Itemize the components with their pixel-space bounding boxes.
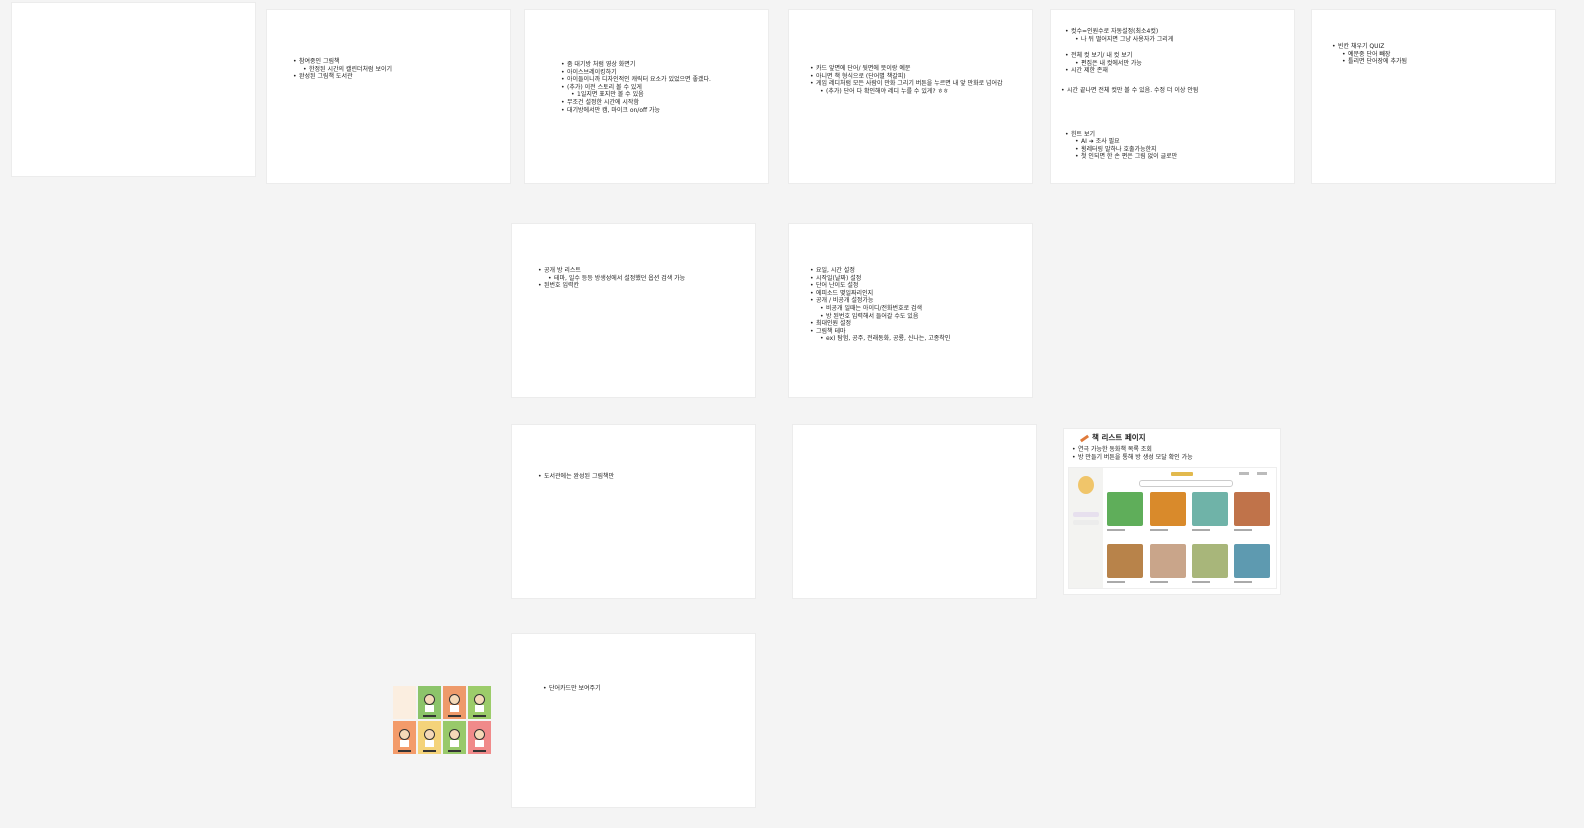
frame-waiting-room[interactable]: 줌 대기방 처럼 영상 화면기 아이스브레이킹하기 아이들이니까 디자인적인 캐…	[525, 10, 768, 183]
note-item: 줌 대기방 처럼 영상 화면기	[561, 61, 711, 69]
note-list: 도서관에는 완성된 그림책만	[538, 473, 614, 481]
book-cover	[1150, 492, 1186, 526]
book-caption	[1150, 581, 1168, 583]
avatar	[1078, 476, 1094, 494]
book-cover	[1234, 544, 1270, 578]
character-card	[418, 721, 441, 754]
mini-nav-item	[1257, 472, 1267, 475]
book-page-title-text: 책 리스트 페이지	[1092, 433, 1146, 442]
book-caption	[1107, 581, 1125, 583]
frame-room-settings[interactable]: 요일, 시간 설정 시작일(날짜) 설정 단어 난이도 설정 에피소드 몇일짜리…	[789, 224, 1032, 397]
frame-blank-2[interactable]	[793, 425, 1036, 598]
character-card	[418, 686, 441, 719]
note-item: 시간 끝나면 전체 컷만 볼 수 있음. 수정 더 이상 안됨	[1061, 87, 1198, 95]
note-item: 컷수=인원수로 자동설정(최소4컷)	[1065, 28, 1198, 36]
card-chart	[393, 686, 416, 719]
frame-picture-books[interactable]: 참여중인 그림책 한정된 시간의 캘린더처럼 보이기 완성된 그림책 도서관	[267, 10, 510, 183]
note-item: 단어 난이도 설정	[810, 282, 950, 290]
note-item: 대기방에서만 캠, 마이크 on/off 가능	[561, 107, 711, 115]
book-caption	[1192, 529, 1210, 531]
note-item: (추가) 단어 다 확인해야 레디 누를 수 있게? ㅎㅎ	[820, 88, 1003, 96]
note-item: 공개 방 리스트	[538, 267, 685, 275]
note-item: 방 만들기 버튼을 통해 방 생성 모달 확인 가능	[1072, 454, 1193, 462]
frame-quiz[interactable]: 빈칸 채우기 QUIZ 예문중 단어 빼장 틀리면 단어장에 추가됨	[1312, 10, 1555, 183]
note-item: 단어카드만 보여주기	[543, 685, 601, 693]
book-page-notes: 연극 가능한 동화책 목록 조회 방 만들기 버튼을 통해 방 생성 모달 확인…	[1072, 446, 1193, 461]
note-list: 요일, 시간 설정 시작일(날짜) 설정 단어 난이도 설정 에피소드 몇일짜리…	[810, 267, 950, 343]
frame-word-card-only[interactable]: 단어카드만 보여주기	[512, 634, 755, 807]
note-item: 요일, 시간 설정	[810, 267, 950, 275]
note-list: 카드 앞면에 단어/ 뒷면에 뜻이랑 예문 아니면 책 형식으로 (단어별 책갈…	[810, 65, 1003, 95]
note-item: 게임 레디처럼 모든 사람이 만화 그리기 버튼을 누르면 내 앞 만화로 넘어…	[810, 80, 1003, 88]
book-list-screenshot	[1068, 467, 1277, 589]
frame-library[interactable]: 도서관에는 완성된 그림책만	[512, 425, 755, 598]
book-cover	[1192, 544, 1228, 578]
character-card	[468, 721, 491, 754]
note-item: 비공개 일때는 아이디/전화번호로 검색	[820, 305, 950, 313]
mini-sidebar	[1069, 468, 1103, 588]
note-item: 아이들이니까 디자인적인 캐릭터 요소가 있었으면 좋겠다.	[561, 76, 711, 84]
note-item: 첫 인되면 한 손 편은 그림 없이 글로만	[1075, 153, 1198, 161]
note-item: 연극 가능한 동화책 목록 조회	[1072, 446, 1193, 454]
note-item: 공개 / 비공개 설정가능	[810, 297, 950, 305]
note-list: 공개 방 리스트 테마, 일수 등등 방생성에서 설정했던 옵션 검색 가능 된…	[538, 267, 685, 290]
frame-drawing[interactable]: 컷수=인원수로 자동설정(최소4컷) 나 뒤 떨어지면 그냥 사용자가 그리게 …	[1051, 10, 1294, 183]
note-item: 1일지면 표지만 볼 수 있음	[571, 91, 711, 99]
mini-nav-item	[1239, 472, 1249, 475]
book-caption	[1234, 529, 1252, 531]
note-item: 도서관에는 완성된 그림책만	[538, 473, 614, 481]
note-item: 참여중인 그림책	[293, 58, 392, 66]
mini-sidebar-item	[1073, 520, 1099, 525]
character-card	[443, 721, 466, 754]
note-item: AI ➜ 조사 필요	[1075, 138, 1198, 146]
mini-logo	[1171, 472, 1193, 476]
note-item: 카드 앞면에 단어/ 뒷면에 뜻이랑 예문	[810, 65, 1003, 73]
frame-word-cards[interactable]: 카드 앞면에 단어/ 뒷면에 뜻이랑 예문 아니면 책 형식으로 (단어별 책갈…	[789, 10, 1032, 183]
book-caption	[1192, 581, 1210, 583]
mini-search-bar	[1139, 480, 1233, 487]
book-caption	[1234, 581, 1252, 583]
book-caption	[1107, 529, 1125, 531]
note-list: 줌 대기방 처럼 영상 화면기 아이스브레이킹하기 아이들이니까 디자인적인 캐…	[561, 61, 711, 114]
note-item: 완성된 그림책 도서관	[293, 73, 392, 81]
note-list: 참여중인 그림책 한정된 시간의 캘린더처럼 보이기 완성된 그림책 도서관	[293, 58, 392, 81]
note-item: 시간 제한 존재	[1065, 67, 1198, 75]
note-list: 단어카드만 보여주기	[543, 685, 601, 693]
word-card-image	[393, 686, 493, 755]
note-list: 빈칸 채우기 QUIZ 예문중 단어 빼장 틀리면 단어장에 추가됨	[1332, 43, 1407, 66]
note-item: 나 뒤 떨어지면 그냥 사용자가 그리게	[1075, 36, 1198, 44]
character-card	[443, 686, 466, 719]
book-cover	[1150, 544, 1186, 578]
note-item: 빈칸 채우기 QUIZ	[1332, 43, 1407, 51]
character-card	[393, 721, 416, 754]
frame-room-list[interactable]: 공개 방 리스트 테마, 일수 등등 방생성에서 설정했던 옵션 검색 가능 된…	[512, 224, 755, 397]
note-item: 틀리면 단어장에 추가됨	[1342, 58, 1407, 66]
note-item: 최대인원 설정	[810, 320, 950, 328]
book-cover	[1107, 544, 1143, 578]
note-list: 컷수=인원수로 자동설정(최소4컷) 나 뒤 떨어지면 그냥 사용자가 그리게 …	[1061, 28, 1198, 161]
mini-sidebar-item	[1073, 512, 1099, 517]
pencil-icon	[1079, 434, 1090, 442]
note-item: 무조건 설정한 시간에 시작함	[561, 99, 711, 107]
book-cover	[1192, 492, 1228, 526]
note-item: 된번호 입력칸	[538, 282, 685, 290]
book-cover	[1234, 492, 1270, 526]
frame-blank-1[interactable]	[12, 3, 255, 176]
book-caption	[1150, 529, 1168, 531]
note-item: ex) 탐험, 공주, 전래동화, 공룡, 신나는, 고종착인	[820, 335, 950, 343]
character-card	[468, 686, 491, 719]
book-cover	[1107, 492, 1143, 526]
book-page-title: 책 리스트 페이지	[1079, 432, 1146, 443]
note-item: 전체 컷 보기/ 내 컷 보기	[1065, 52, 1198, 60]
